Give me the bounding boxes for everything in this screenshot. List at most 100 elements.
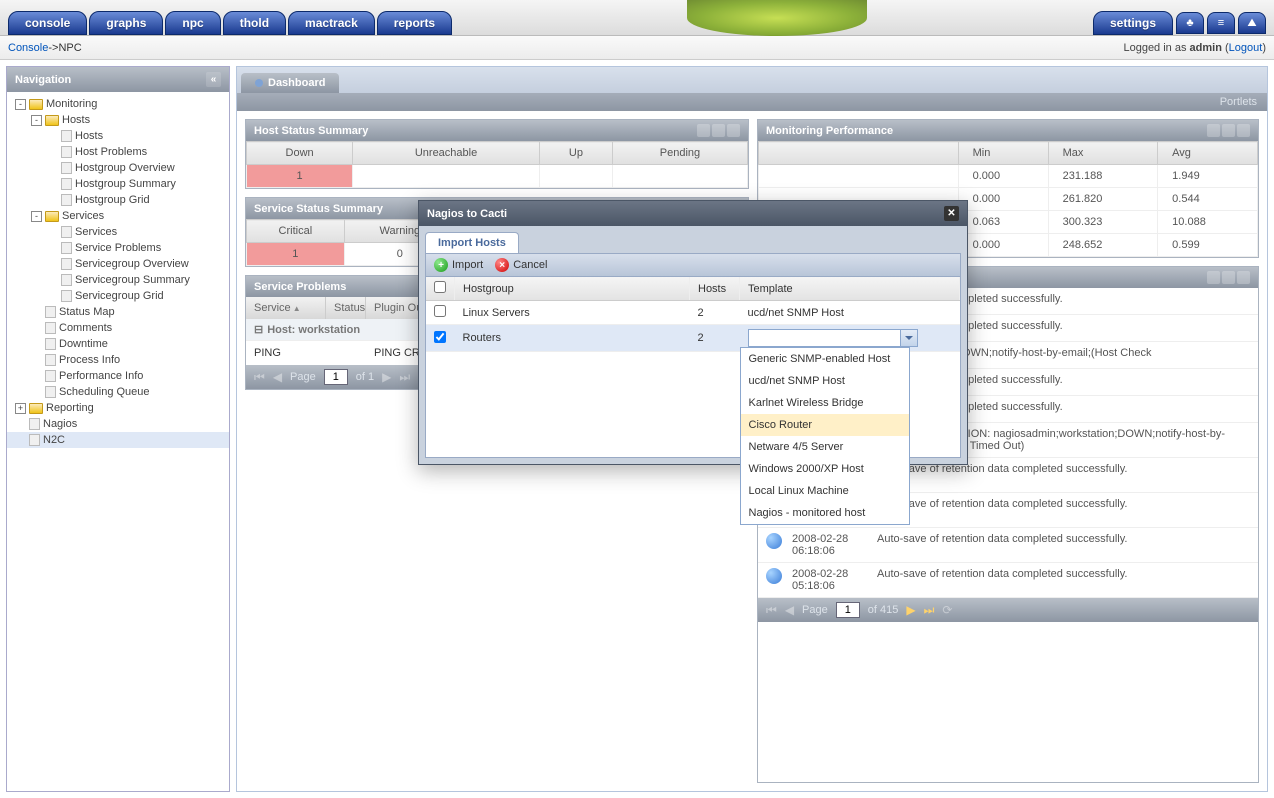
col-hosts[interactable]: Hosts <box>690 277 740 301</box>
tree-downtime[interactable]: Downtime <box>7 336 229 352</box>
tree-hostgroup-overview[interactable]: Hostgroup Overview <box>7 160 229 176</box>
row-checkbox[interactable] <box>434 331 446 343</box>
row-checkbox[interactable] <box>434 305 446 317</box>
tree-icon[interactable]: ♣ <box>1176 12 1204 34</box>
breadcrumb-console[interactable]: Console <box>8 42 48 54</box>
grid-row[interactable]: Routers 2 Generic SNMP-enabled Hostucd/n… <box>426 325 960 352</box>
close-icon[interactable] <box>1237 124 1250 137</box>
tab-graphs[interactable]: graphs <box>89 11 163 35</box>
col-max[interactable]: Max <box>1048 142 1158 165</box>
tree-status-map[interactable]: Status Map <box>7 304 229 320</box>
refresh-icon[interactable]: ⟳ <box>942 603 952 617</box>
col-down[interactable]: Down <box>247 142 353 165</box>
portlet-tool-icon[interactable] <box>1207 124 1220 137</box>
col-hostgroup[interactable]: Hostgroup <box>455 277 690 301</box>
tree-monitoring[interactable]: -Monitoring <box>7 96 229 112</box>
breadcrumb-current: NPC <box>58 42 81 54</box>
col-pending[interactable]: Pending <box>612 142 747 165</box>
log-pager: ⏮ ◀ Page of 415 ▶ ⏭ ⟳ <box>758 598 1258 622</box>
sp-col-status[interactable]: Status <box>326 297 366 319</box>
tree-service-problems[interactable]: Service Problems <box>7 240 229 256</box>
col-unreachable[interactable]: Unreachable <box>353 142 540 165</box>
dropdown-option[interactable]: Cisco Router <box>741 414 909 436</box>
logout-link[interactable]: Logout <box>1229 42 1263 54</box>
col-template[interactable]: Template <box>740 277 960 301</box>
gear-icon[interactable] <box>1222 124 1235 137</box>
cancel-button[interactable]: ×Cancel <box>495 258 547 272</box>
tab-npc[interactable]: npc <box>165 11 220 35</box>
pager-last-icon[interactable]: ⏭ <box>399 370 410 385</box>
pager-last-icon[interactable]: ⏭ <box>924 603 935 618</box>
tree-n2c[interactable]: N2C <box>7 432 229 448</box>
import-hosts-tab[interactable]: Import Hosts <box>425 232 519 253</box>
pager-prev-icon[interactable]: ◀ <box>785 603 794 617</box>
tree-scheduling-queue[interactable]: Scheduling Queue <box>7 384 229 400</box>
close-icon[interactable] <box>1237 271 1250 284</box>
tree-nagios[interactable]: Nagios <box>7 416 229 432</box>
tree-hosts-folder[interactable]: -Hosts <box>7 112 229 128</box>
template-value: ucd/net SNMP Host <box>740 301 960 325</box>
list-icon[interactable]: ≡ <box>1207 12 1235 34</box>
preview-icon[interactable]: ⛰ <box>1238 12 1266 34</box>
pager-next-icon[interactable]: ▶ <box>382 370 391 384</box>
tab-mactrack[interactable]: mactrack <box>288 11 375 35</box>
tree-comments[interactable]: Comments <box>7 320 229 336</box>
collapse-nav-icon[interactable]: « <box>206 72 221 87</box>
col-critical[interactable]: Critical <box>247 220 345 243</box>
tree-services[interactable]: Services <box>7 224 229 240</box>
nav-header: Navigation « <box>7 67 229 92</box>
dropdown-option[interactable]: Netware 4/5 Server <box>741 436 909 458</box>
dropdown-option[interactable]: Local Linux Machine <box>741 480 909 502</box>
select-all-checkbox[interactable] <box>434 281 446 293</box>
dropdown-option[interactable]: ucd/net SNMP Host <box>741 370 909 392</box>
gear-icon[interactable] <box>712 124 725 137</box>
col-min[interactable]: Min <box>958 142 1048 165</box>
dialog-title: Nagios to Cacti <box>427 208 507 220</box>
pager-first-icon[interactable]: ⏮ <box>254 370 265 385</box>
tree-servicegroup-grid[interactable]: Servicegroup Grid <box>7 288 229 304</box>
template-input[interactable] <box>749 330 900 346</box>
dropdown-option[interactable]: Generic SNMP-enabled Host <box>741 348 909 370</box>
tab-reports[interactable]: reports <box>377 11 452 35</box>
dropdown-option[interactable]: Windows 2000/XP Host <box>741 458 909 480</box>
tab-thold[interactable]: thold <box>223 11 286 35</box>
pager-page-input[interactable] <box>836 602 860 618</box>
plus-icon: + <box>434 258 448 272</box>
pager-next-icon[interactable]: ▶ <box>906 603 915 617</box>
pager-page-input[interactable] <box>324 369 348 385</box>
col-avg[interactable]: Avg <box>1158 142 1258 165</box>
nav-panel: Navigation « -Monitoring -Hosts Hosts Ho… <box>6 66 230 792</box>
dropdown-option[interactable]: Karlnet Wireless Bridge <box>741 392 909 414</box>
dashboard-tab[interactable]: Dashboard <box>241 73 339 93</box>
tree-hosts[interactable]: Hosts <box>7 128 229 144</box>
portlet-tool-icon[interactable] <box>697 124 710 137</box>
template-combo[interactable] <box>748 329 918 347</box>
portlets-bar[interactable]: Portlets <box>237 93 1267 111</box>
close-icon[interactable] <box>727 124 740 137</box>
sp-col-service[interactable]: Service▲ <box>246 297 326 319</box>
grid-row[interactable]: Linux Servers 2 ucd/net SNMP Host <box>426 301 960 325</box>
dropdown-option[interactable]: Nagios - monitored host <box>741 502 909 524</box>
tab-console[interactable]: console <box>8 11 87 35</box>
tree-servicegroup-overview[interactable]: Servicegroup Overview <box>7 256 229 272</box>
close-icon[interactable]: ✕ <box>944 206 959 221</box>
tree-host-problems[interactable]: Host Problems <box>7 144 229 160</box>
tree-services-folder[interactable]: -Services <box>7 208 229 224</box>
dialog-titlebar[interactable]: Nagios to Cacti ✕ <box>419 201 967 226</box>
tree-servicegroup-summary[interactable]: Servicegroup Summary <box>7 272 229 288</box>
col-up[interactable]: Up <box>539 142 612 165</box>
import-button[interactable]: +Import <box>434 258 483 272</box>
gear-icon[interactable] <box>1222 271 1235 284</box>
portlet-tool-icon[interactable] <box>1207 271 1220 284</box>
import-grid: Hostgroup Hosts Template Linux Servers 2… <box>426 277 960 352</box>
tree-process-info[interactable]: Process Info <box>7 352 229 368</box>
settings-button[interactable]: settings <box>1093 11 1173 35</box>
tree-hostgroup-summary[interactable]: Hostgroup Summary <box>7 176 229 192</box>
chevron-down-icon[interactable] <box>900 330 917 346</box>
tree-reporting[interactable]: +Reporting <box>7 400 229 416</box>
pager-prev-icon[interactable]: ◀ <box>273 370 282 384</box>
tree-performance-info[interactable]: Performance Info <box>7 368 229 384</box>
log-message: Auto-save of retention data completed su… <box>877 498 1250 522</box>
pager-first-icon[interactable]: ⏮ <box>766 603 777 618</box>
tree-hostgroup-grid[interactable]: Hostgroup Grid <box>7 192 229 208</box>
